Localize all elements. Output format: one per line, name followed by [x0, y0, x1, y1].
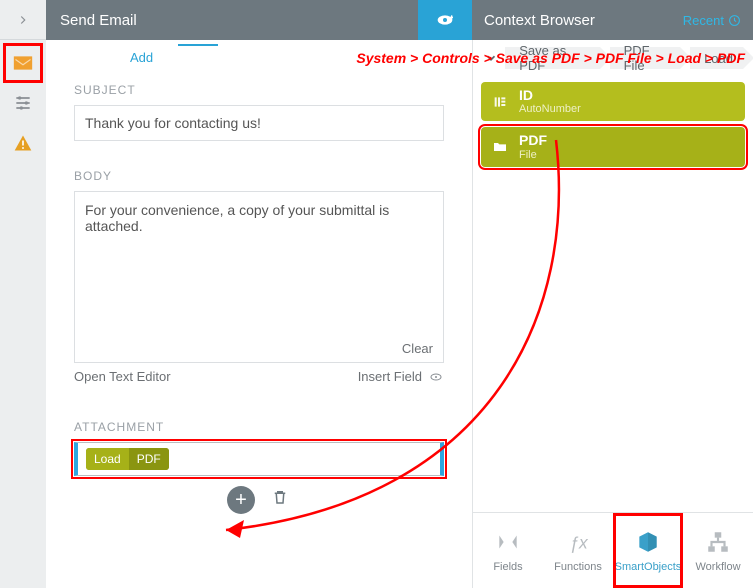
card-pdf-title: PDF	[519, 133, 547, 148]
header-bar: Send Email Context Browser Recent	[46, 0, 753, 40]
card-id[interactable]: ID AutoNumber	[481, 82, 745, 121]
rail-collapse-arrow[interactable]	[0, 0, 46, 40]
id-icon	[491, 93, 509, 111]
body-label: BODY	[74, 169, 444, 183]
insert-field-link[interactable]: Insert Field	[358, 369, 444, 384]
warning-icon[interactable]	[6, 126, 40, 160]
preview-button[interactable]	[418, 0, 472, 40]
tab-smartobjects[interactable]: SmartObjects	[613, 513, 683, 588]
tab-workflow[interactable]: Workflow	[683, 513, 753, 588]
attachment-pill[interactable]: Load PDF	[86, 448, 169, 470]
card-pdf[interactable]: PDF File	[481, 127, 745, 166]
annotation-path: System > Controls > Save as PDF > PDF Fi…	[356, 50, 745, 66]
attachment-controls: +	[74, 486, 444, 514]
insert-field-icon	[428, 371, 444, 383]
context-title: Context Browser	[484, 12, 595, 29]
context-tabs: Fields ƒx Functions SmartObjects Workflo…	[473, 512, 753, 588]
context-browser: Save as PDF PDF File Load ID AutoNumber	[472, 40, 753, 588]
content: Add SUBJECT BODY Clear Open Text Editor …	[46, 40, 753, 588]
attachment-field[interactable]: Load PDF	[74, 442, 444, 476]
card-id-subtitle: AutoNumber	[519, 103, 581, 115]
delete-attachment-button[interactable]	[269, 486, 291, 508]
tab-functions-label: Functions	[554, 561, 602, 573]
tab-fields[interactable]: Fields	[473, 513, 543, 588]
settings-sliders-icon[interactable]	[6, 86, 40, 120]
open-text-editor-link[interactable]: Open Text Editor	[74, 369, 171, 384]
tab-smartobjects-label: SmartObjects	[615, 561, 682, 573]
card-id-title: ID	[519, 88, 581, 103]
insert-field-label: Insert Field	[358, 369, 422, 384]
svg-text:ƒx: ƒx	[569, 532, 589, 552]
mail-icon[interactable]	[6, 46, 40, 80]
recent-link[interactable]: Recent	[683, 13, 741, 28]
recent-label: Recent	[683, 13, 724, 28]
left-rail	[0, 0, 46, 588]
pill-pdf: PDF	[129, 448, 169, 470]
panel-title-right: Context Browser Recent	[472, 0, 753, 40]
subject-input[interactable]	[74, 105, 444, 141]
body-textarea[interactable]	[75, 192, 443, 332]
folder-icon	[491, 138, 509, 156]
tab-functions[interactable]: ƒx Functions	[543, 513, 613, 588]
body-under-row: Open Text Editor Insert Field	[74, 369, 444, 384]
main: Send Email Context Browser Recent Add SU…	[46, 0, 753, 588]
tab-workflow-label: Workflow	[695, 561, 740, 573]
panel-title-left: Send Email	[46, 0, 418, 40]
tab-fields-label: Fields	[493, 561, 522, 573]
body-box: Clear	[74, 191, 444, 363]
attachment-label: ATTACHMENT	[74, 420, 444, 434]
tab-indicator	[178, 44, 218, 46]
subject-label: SUBJECT	[74, 83, 444, 97]
email-form: Add SUBJECT BODY Clear Open Text Editor …	[46, 40, 472, 588]
card-pdf-subtitle: File	[519, 149, 547, 161]
pill-load: Load	[86, 448, 129, 470]
clear-button[interactable]: Clear	[402, 341, 433, 356]
context-cards: ID AutoNumber PDF File	[473, 76, 753, 173]
add-attachment-button[interactable]: +	[227, 486, 255, 514]
